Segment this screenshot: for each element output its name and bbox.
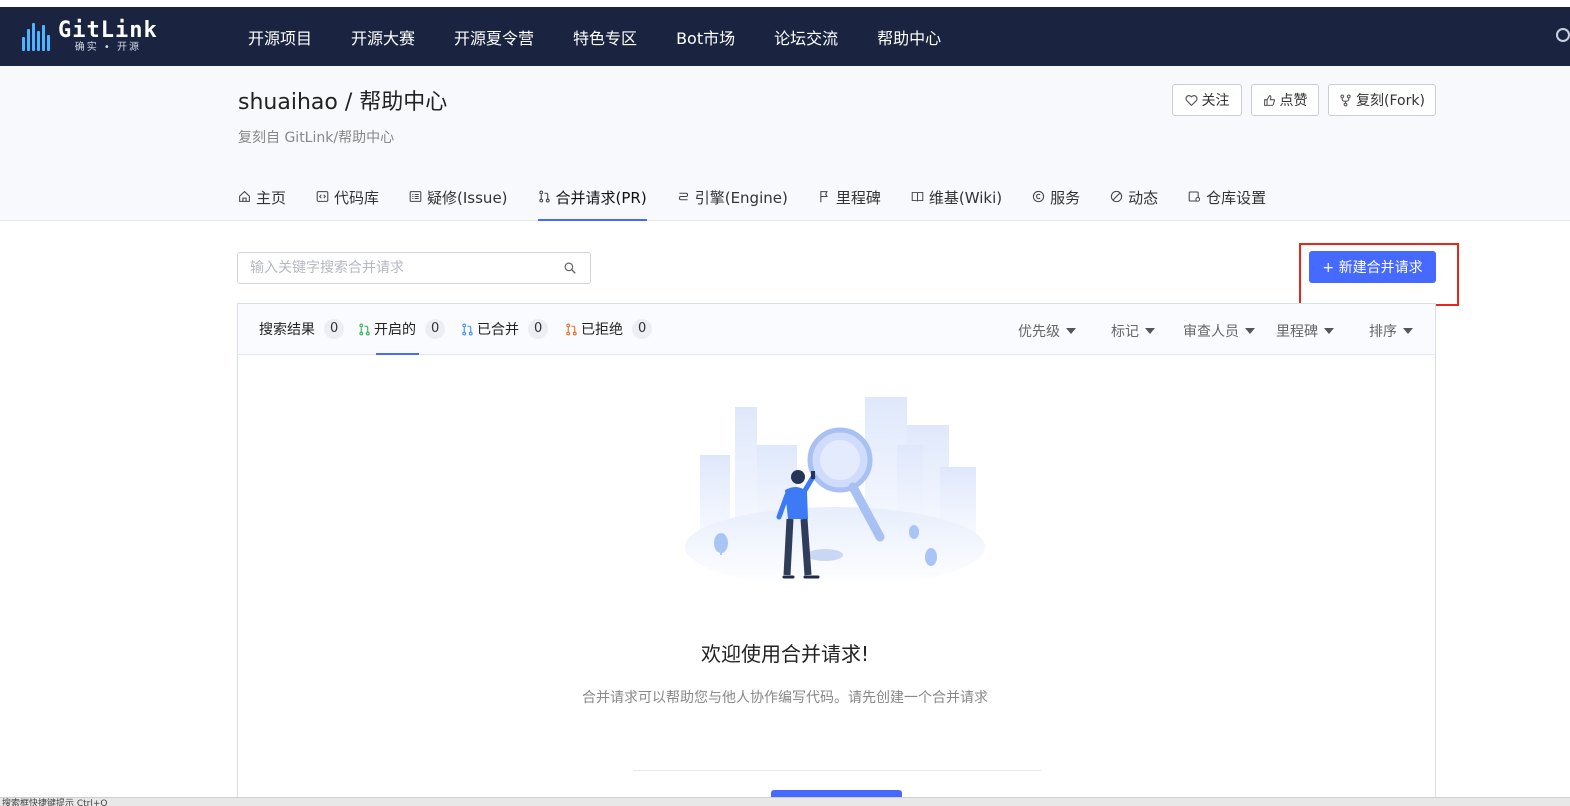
new-pull-request-button[interactable]: + 新建合并请求 [1309, 251, 1436, 283]
tab-label: 代码库 [334, 189, 380, 207]
star-button[interactable]: 点赞 [1251, 84, 1319, 116]
nav-summer-camp[interactable]: 开源夏令营 [454, 25, 534, 49]
heart-icon [1185, 94, 1197, 106]
filter-open[interactable]: 开启的 0 [358, 319, 446, 339]
top-navbar: GitLink 确实 • 开源 开源项目 开源大赛 开源夏令营 特色专区 Bot… [0, 7, 1570, 66]
issue-icon [409, 191, 422, 202]
service-icon [1032, 190, 1045, 203]
tab-label: 仓库设置 [1206, 189, 1267, 207]
count-badge: 0 [632, 319, 653, 339]
engine-icon [678, 192, 688, 201]
watch-button[interactable]: 关注 [1172, 84, 1242, 116]
caret-down-icon [1324, 328, 1334, 334]
main-nav: 开源项目 开源大赛 开源夏令营 特色专区 Bot市场 论坛交流 帮助中心 [248, 7, 980, 66]
count-badge: 0 [425, 319, 446, 339]
dropdown-label: 标记 [1111, 324, 1139, 340]
filter-bar: 搜索结果 0 开启的 0 已合并 0 已拒绝 0 优先级 标记 审查人员 里程碑… [238, 304, 1435, 355]
status-text: 搜索框快捷键提示 Ctrl+O [2, 799, 108, 806]
merged-pr-icon [462, 323, 473, 335]
logo-name: GitLink [58, 18, 158, 43]
repo-title[interactable]: shuaihao / 帮助中心 [238, 84, 447, 116]
nav-open-projects[interactable]: 开源项目 [248, 25, 312, 49]
caret-down-icon [1403, 328, 1413, 334]
forked-from-link[interactable]: 复刻自 GitLink/帮助中心 [238, 127, 394, 147]
search-icon[interactable] [1556, 28, 1570, 42]
repo-tabs: 主页 代码库 疑修(Issue) 合并请求(PR) 引擎(Engine) 里程碑… [238, 178, 1296, 221]
tab-label: 引擎(Engine) [694, 189, 788, 207]
pr-search-input[interactable] [238, 253, 548, 283]
tab-wiki[interactable]: 维基(Wiki) [911, 178, 1002, 221]
filter-label: 开启的 [374, 322, 416, 338]
caret-down-icon [1245, 328, 1255, 334]
flag-icon [820, 191, 828, 203]
tab-label: 动态 [1128, 189, 1159, 207]
tab-settings[interactable]: 仓库设置 [1188, 178, 1266, 221]
filter-rejected[interactable]: 已拒绝 0 [565, 319, 653, 339]
tab-activity[interactable]: 动态 [1110, 178, 1158, 221]
count-badge: 0 [528, 319, 549, 339]
empty-state-description: 合并请求可以帮助您与他人协作编写代码。请先创建一个合并请求 [582, 690, 988, 706]
tab-label: 服务 [1050, 189, 1081, 207]
tab-pull-requests[interactable]: 合并请求(PR) [537, 178, 647, 221]
home-icon [239, 190, 250, 202]
search-icon[interactable] [564, 262, 576, 274]
nav-featured-zone[interactable]: 特色专区 [573, 25, 637, 49]
tab-home[interactable]: 主页 [238, 178, 286, 221]
caret-down-icon [1145, 328, 1155, 334]
nav-competitions[interactable]: 开源大赛 [351, 25, 415, 49]
dropdown-label: 优先级 [1018, 324, 1060, 340]
sort-dropdown[interactable]: 排序 [1369, 321, 1413, 341]
caret-down-icon [1066, 328, 1076, 334]
filter-label: 已拒绝 [581, 322, 623, 338]
thumbs-up-icon [1263, 94, 1275, 106]
divider [633, 770, 1041, 771]
label-dropdown[interactable]: 标记 [1111, 321, 1155, 341]
filter-label: 搜索结果 [259, 322, 315, 338]
reviewer-dropdown[interactable]: 审查人员 [1183, 321, 1255, 341]
nav-help-center[interactable]: 帮助中心 [877, 25, 941, 49]
logo-slogan: 确实 • 开源 [74, 42, 141, 53]
empty-state-title: 欢迎使用合并请求! [700, 642, 870, 666]
activity-icon [1110, 190, 1123, 203]
tab-label: 里程碑 [835, 189, 881, 207]
filter-search-results[interactable]: 搜索结果 0 [259, 319, 345, 339]
gitlink-logo[interactable]: GitLink 确实 • 开源 [22, 18, 158, 53]
tab-label: 合并请求(PR) [555, 189, 647, 207]
tab-milestones[interactable]: 里程碑 [818, 178, 881, 221]
fork-label: 复刻(Fork) [1356, 93, 1425, 109]
tab-issues[interactable]: 疑修(Issue) [409, 178, 508, 221]
fork-icon [1340, 94, 1351, 106]
dropdown-label: 里程碑 [1276, 324, 1318, 340]
tab-services[interactable]: 服务 [1032, 178, 1080, 221]
tab-engine[interactable]: 引擎(Engine) [677, 178, 788, 221]
logo-mark-icon [22, 23, 50, 51]
fork-button[interactable]: 复刻(Fork) [1328, 84, 1436, 116]
empty-state-illustration [685, 397, 985, 585]
star-label: 点赞 [1279, 93, 1308, 109]
filter-label: 已合并 [477, 322, 519, 338]
book-icon [911, 191, 924, 202]
tab-label: 主页 [256, 189, 287, 207]
nav-bot-market[interactable]: Bot市场 [676, 25, 735, 49]
open-pr-icon [359, 323, 370, 335]
tab-label: 维基(Wiki) [928, 189, 1003, 207]
nav-forum[interactable]: 论坛交流 [774, 25, 838, 49]
code-icon [316, 191, 329, 202]
count-badge: 0 [324, 319, 345, 339]
dropdown-label: 排序 [1369, 324, 1397, 340]
status-bar: 搜索框快捷键提示 Ctrl+O [0, 797, 1570, 806]
priority-dropdown[interactable]: 优先级 [1018, 321, 1076, 341]
active-filter-underline [376, 353, 419, 355]
watch-label: 关注 [1201, 93, 1230, 109]
tab-label: 疑修(Issue) [427, 189, 508, 207]
pr-search-box [237, 252, 591, 284]
tab-code[interactable]: 代码库 [316, 178, 379, 221]
pull-request-icon [538, 190, 550, 203]
settings-icon [1188, 191, 1201, 202]
milestone-dropdown[interactable]: 里程碑 [1276, 321, 1334, 341]
filter-merged[interactable]: 已合并 0 [461, 319, 549, 339]
dropdown-label: 审查人员 [1183, 324, 1239, 340]
rejected-pr-icon [566, 323, 577, 335]
